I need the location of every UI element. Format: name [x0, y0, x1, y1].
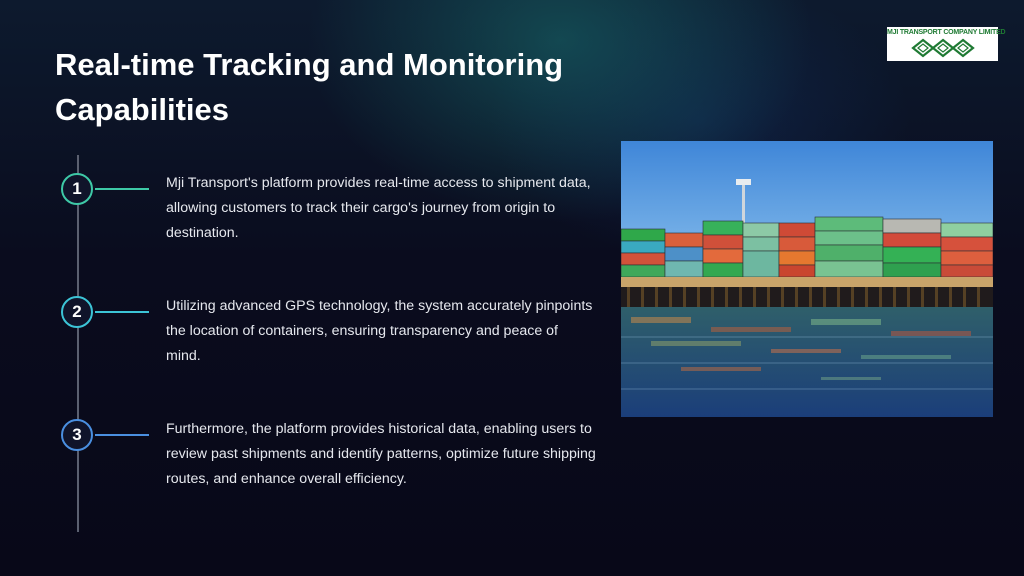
step-connector — [95, 311, 149, 313]
slide-title: Real-time Tracking and Monitoring Capabi… — [55, 47, 564, 127]
container-port-image — [621, 141, 993, 417]
step-text: Utilizing advanced GPS technology, the s… — [166, 298, 593, 364]
logo-text: MJI TRANSPORT COMPANY LIMITED — [887, 29, 1006, 36]
timeline-line — [77, 155, 79, 532]
step-connector — [95, 188, 149, 190]
step-number-badge: 2 — [61, 296, 93, 328]
step-connector — [95, 434, 149, 436]
step-text: Furthermore, the platform provides histo… — [166, 421, 596, 487]
company-logo: MJI TRANSPORT COMPANY LIMITED — [887, 27, 1006, 61]
step-number-badge: 3 — [61, 419, 93, 451]
logo-diamonds-icon — [911, 38, 975, 58]
step-text: Mji Transport's platform provides real-t… — [166, 175, 591, 241]
step-number-badge: 1 — [61, 173, 93, 205]
